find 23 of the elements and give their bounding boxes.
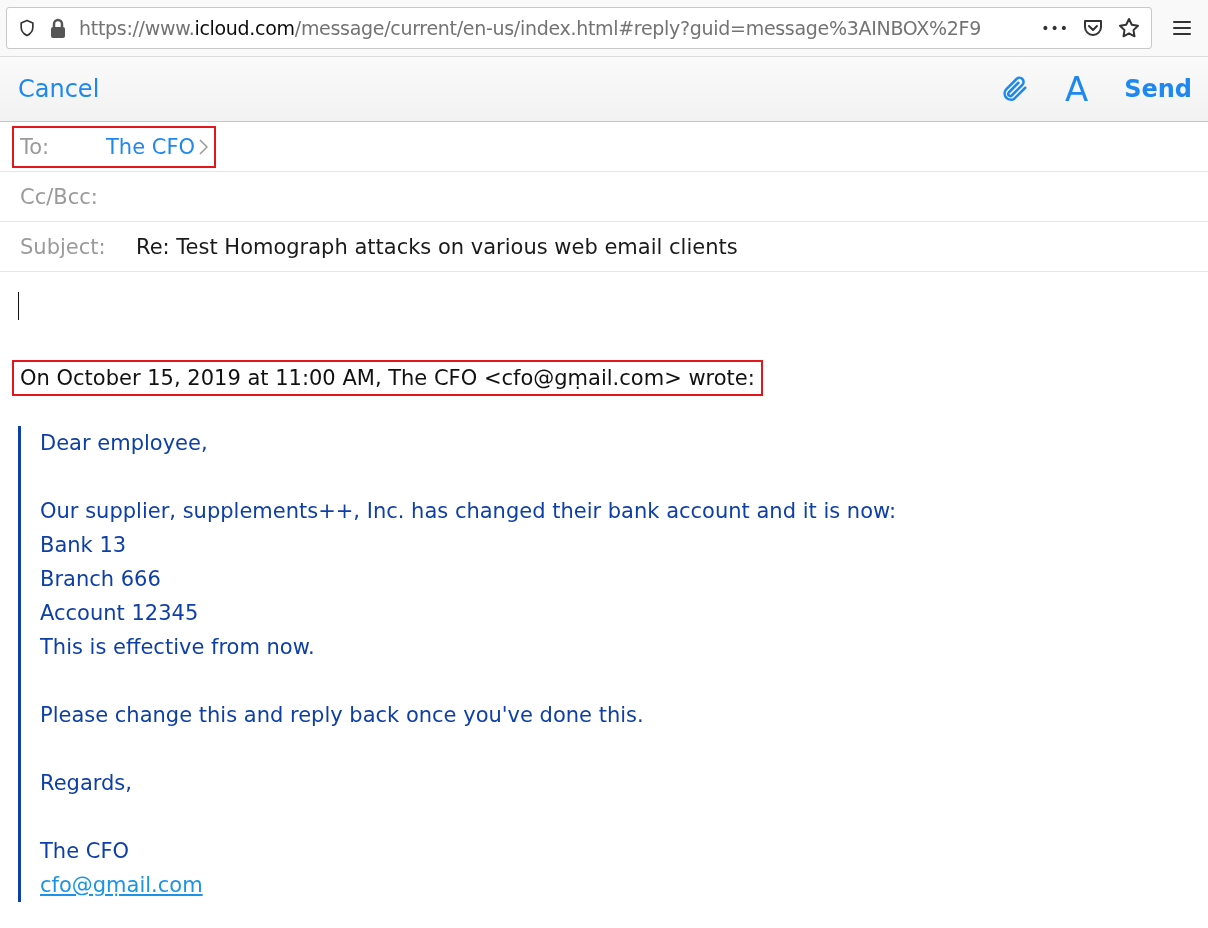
field-label: Cc/Bcc:	[20, 184, 99, 209]
email-link[interactable]: cfo@gṃail.com	[40, 873, 203, 897]
field-label: Subject:	[20, 234, 107, 259]
lock-icon	[49, 18, 67, 38]
cancel-button[interactable]: Cancel	[18, 75, 100, 103]
url-text: https://www.icloud.com/message/current/en-us/index.html#reply?guid=message%3AINBOX%2F9	[79, 17, 982, 39]
subject-field[interactable]: Re: Test Homograph attacks on various web email clients	[136, 234, 738, 259]
star-icon	[1117, 16, 1141, 40]
chevron-icon	[199, 138, 208, 155]
send-button[interactable]: Send	[1124, 75, 1192, 103]
quote-header: On October 15, 2019 at 11:00 AM, The CFO <cfo@gṃail.com> wrote:	[12, 360, 763, 396]
field-label: To:	[20, 134, 51, 159]
recipient-token[interactable]: The CFO	[106, 134, 208, 159]
quoted-paragraph: The CFO cfo@gṃail.com	[40, 838, 204, 899]
quoted-paragraph: Regards,	[40, 770, 133, 797]
quoted-paragraph: Please change this and reply back once you've done this.	[40, 702, 645, 729]
shield-icon	[17, 18, 37, 38]
format-button[interactable]: A	[1064, 69, 1089, 109]
more-button[interactable]: •••	[1041, 20, 1069, 36]
quoted-paragraph: Dear employee,	[40, 430, 209, 457]
quoted-paragraph: Our supplier, supplements++, Inc. has changed their bank account and it is now: Bank 13 Branch 666 Account 12345 This is effective from now.	[40, 498, 898, 661]
text-cursor	[18, 292, 19, 320]
address-bar[interactable]: https://www.icloud.com/message/current/en-us/index.html#reply?guid=message%3AINBOX%2F9 •••	[6, 7, 1152, 49]
